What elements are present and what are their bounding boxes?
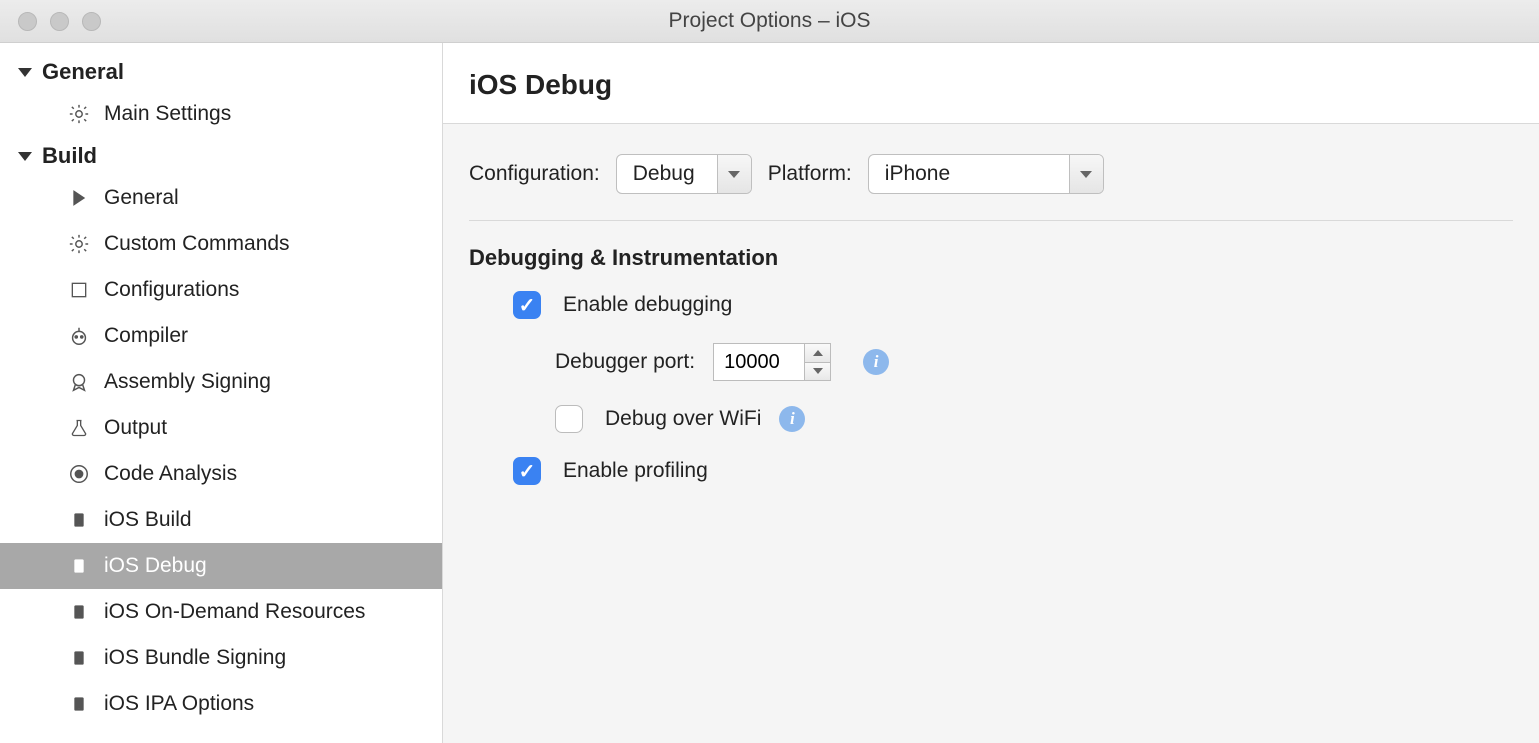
sidebar-item-label: Output — [104, 416, 167, 440]
debugger-port-label: Debugger port: — [555, 350, 695, 374]
sidebar-item-output[interactable]: Output — [0, 405, 442, 451]
square-icon — [66, 277, 92, 303]
sidebar-item-label: Code Analysis — [104, 462, 237, 486]
platform-label: Platform: — [768, 162, 852, 186]
page-header: iOS Debug — [443, 43, 1539, 124]
sidebar-item-assembly-signing[interactable]: Assembly Signing — [0, 359, 442, 405]
close-window-button[interactable] — [18, 12, 37, 31]
device-icon — [66, 691, 92, 717]
enable-profiling-row: ✓ Enable profiling — [469, 457, 1513, 485]
device-icon — [66, 553, 92, 579]
check-icon: ✓ — [519, 459, 536, 484]
sidebar-item-configurations[interactable]: Configurations — [0, 267, 442, 313]
debug-over-wifi-label: Debug over WiFi — [605, 407, 761, 431]
debug-over-wifi-checkbox[interactable] — [555, 405, 583, 433]
device-icon — [66, 507, 92, 533]
window-title: Project Options – iOS — [669, 9, 871, 33]
sidebar-item-label: iOS Build — [104, 508, 192, 532]
sidebar-item-code-analysis[interactable]: Code Analysis — [0, 451, 442, 497]
sidebar-item-label: iOS Bundle Signing — [104, 646, 286, 670]
flask-icon — [66, 415, 92, 441]
group-label: Build — [42, 143, 97, 169]
sidebar-item-custom-commands[interactable]: Custom Commands — [0, 221, 442, 267]
play-icon — [66, 185, 92, 211]
device-icon — [66, 645, 92, 671]
sidebar-item-label: Compiler — [104, 324, 188, 348]
dropdown-value: Debug — [617, 155, 717, 193]
sidebar-item-label: iOS Debug — [104, 554, 207, 578]
sidebar-item-label: Assembly Signing — [104, 370, 271, 394]
sidebar-item-label: iOS On-Demand Resources — [104, 600, 365, 624]
debugger-port-input-wrap — [713, 343, 831, 381]
debugger-port-input[interactable] — [714, 344, 804, 380]
enable-debugging-row: ✓ Enable debugging — [469, 291, 1513, 319]
dropdown-button[interactable] — [1069, 155, 1103, 193]
info-icon[interactable]: i — [863, 349, 889, 375]
sidebar-item-ios-ipa-options[interactable]: iOS IPA Options — [0, 681, 442, 727]
sidebar-item-main-settings[interactable]: Main Settings — [0, 91, 442, 137]
debug-over-wifi-row: Debug over WiFi i — [469, 405, 1513, 433]
configuration-dropdown[interactable]: Debug — [616, 154, 752, 194]
info-icon[interactable]: i — [779, 406, 805, 432]
step-up-button[interactable] — [805, 344, 830, 363]
configuration-label: Configuration: — [469, 162, 600, 186]
main-panel: iOS Debug Configuration: Debug Platform:… — [443, 43, 1539, 743]
debugger-port-row: Debugger port: i — [469, 343, 1513, 381]
window-controls — [18, 12, 101, 31]
chevron-down-icon — [728, 171, 740, 178]
sidebar-item-label: Configurations — [104, 278, 239, 302]
chevron-down-icon — [18, 152, 32, 161]
titlebar: Project Options – iOS — [0, 0, 1539, 43]
sidebar-item-ios-on-demand-resources[interactable]: iOS On-Demand Resources — [0, 589, 442, 635]
sidebar: General Main Settings Build General Cust… — [0, 43, 443, 743]
page-title: iOS Debug — [469, 69, 1539, 101]
step-down-button[interactable] — [805, 363, 830, 381]
platform-dropdown[interactable]: iPhone — [868, 154, 1104, 194]
enable-debugging-checkbox[interactable]: ✓ — [513, 291, 541, 319]
chevron-down-icon — [18, 68, 32, 77]
check-icon: ✓ — [519, 293, 536, 318]
gear-icon — [66, 231, 92, 257]
chevron-down-icon — [1080, 171, 1092, 178]
device-icon — [66, 599, 92, 625]
section-title: Debugging & Instrumentation — [469, 245, 1513, 271]
badge-icon — [66, 369, 92, 395]
gear-icon — [66, 101, 92, 127]
minimize-window-button[interactable] — [50, 12, 69, 31]
sidebar-item-ios-bundle-signing[interactable]: iOS Bundle Signing — [0, 635, 442, 681]
enable-profiling-checkbox[interactable]: ✓ — [513, 457, 541, 485]
zoom-window-button[interactable] — [82, 12, 101, 31]
sidebar-item-label: Custom Commands — [104, 232, 290, 256]
enable-profiling-label: Enable profiling — [563, 459, 708, 483]
debugger-port-stepper — [804, 344, 830, 380]
chevron-down-icon — [813, 368, 823, 374]
enable-debugging-label: Enable debugging — [563, 293, 732, 317]
target-icon — [66, 461, 92, 487]
sidebar-item-ios-debug[interactable]: iOS Debug — [0, 543, 442, 589]
robot-icon — [66, 323, 92, 349]
sidebar-item-ios-build[interactable]: iOS Build — [0, 497, 442, 543]
chevron-up-icon — [813, 350, 823, 356]
sidebar-group-build[interactable]: Build — [0, 137, 442, 175]
dropdown-button[interactable] — [717, 155, 751, 193]
sidebar-item-build-general[interactable]: General — [0, 175, 442, 221]
group-label: General — [42, 59, 124, 85]
config-row: Configuration: Debug Platform: iPhone — [469, 154, 1513, 221]
sidebar-item-compiler[interactable]: Compiler — [0, 313, 442, 359]
sidebar-item-label: General — [104, 186, 179, 210]
sidebar-item-label: iOS IPA Options — [104, 692, 254, 716]
sidebar-item-label: Main Settings — [104, 102, 231, 126]
dropdown-value: iPhone — [869, 155, 1069, 193]
page-body: Configuration: Debug Platform: iPhone De… — [443, 124, 1539, 743]
sidebar-group-general[interactable]: General — [0, 53, 442, 91]
